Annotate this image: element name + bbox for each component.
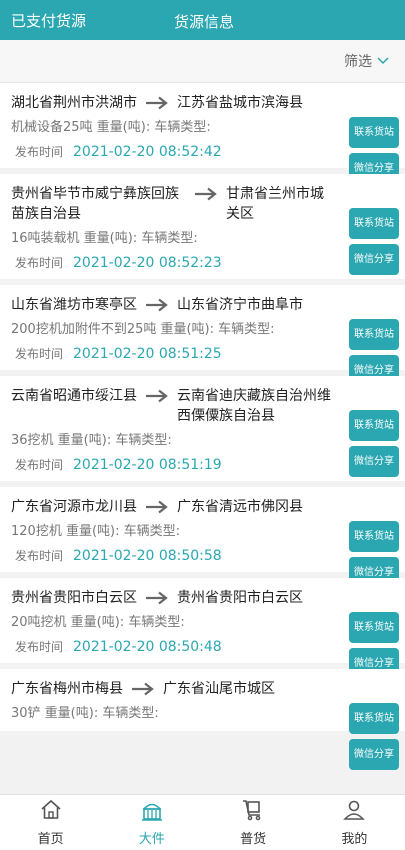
cargo-info: 36挖机 重量(吨): 车辆类型:	[11, 433, 172, 448]
origin-location: 广东省梅州市梅县	[11, 681, 123, 697]
route: 贵州省贵阳市白云区 贵州省贵阳市白云区	[11, 588, 335, 608]
destination-location: 山东省济宁市曲阜市	[177, 297, 303, 313]
destination-location: 甘肃省兰州市城关区	[226, 186, 324, 222]
listing-card[interactable]: 广东省梅州市梅县 广东省汕尾市城区 30铲 重量(吨): 车辆类型: 联系货站微信分享	[0, 669, 405, 770]
origin-location: 广东省河源市龙川县	[11, 499, 137, 515]
tab-parcel-cart[interactable]: 普货	[203, 795, 304, 850]
wechat-share-button[interactable]: 微信分享	[349, 739, 399, 770]
card-actions: 联系货站 微信分享	[349, 410, 399, 482]
paid-sources-link[interactable]: 已支付货源	[11, 10, 86, 31]
cargo-info: 120挖机 重量(吨): 车辆类型:	[11, 524, 180, 539]
publish-time-row: 发布时间 2021-02-20 08:50:48	[11, 638, 335, 655]
arrow-right-icon	[194, 184, 218, 204]
cargo-icon	[140, 798, 164, 826]
publish-time-value: 2021-02-20 08:51:19	[73, 456, 222, 473]
contact-station-button[interactable]: 联系货站	[349, 319, 399, 350]
publish-time-row: 发布时间 2021-02-20 08:52:42	[11, 143, 335, 160]
tab-label: 我的	[341, 832, 368, 847]
publish-time-value: 2021-02-20 08:50:48	[73, 638, 222, 655]
wechat-share-button[interactable]: 微信分享	[349, 244, 399, 275]
parcel-cart-icon	[241, 798, 265, 826]
origin-location: 山东省潍坊市寒亭区	[11, 297, 137, 313]
publish-time-label: 发布时间	[15, 145, 64, 159]
origin-location: 湖北省荆州市洪湖市	[11, 95, 137, 111]
publish-time-label: 发布时间	[15, 347, 64, 361]
publish-time-label: 发布时间	[15, 549, 64, 563]
contact-station-button[interactable]: 联系货站	[349, 117, 399, 148]
publish-time-row: 发布时间 2021-02-20 08:50:58	[11, 547, 335, 564]
route: 云南省昭通市绥江县 云南省迪庆藏族自治州维西傈僳族自治县	[11, 386, 335, 426]
route: 贵州省毕节市威宁彝族回族苗族自治县 甘肃省兰州市城关区	[11, 184, 335, 224]
page-title: 货源信息	[174, 13, 235, 31]
cargo-info: 30铲 重量(吨): 车辆类型:	[11, 706, 159, 721]
listing-card[interactable]: 贵州省毕节市威宁彝族回族苗族自治县 甘肃省兰州市城关区 16吨装载机 重量(吨): …	[0, 174, 405, 279]
filter-button[interactable]: 筛选	[344, 51, 389, 71]
arrow-right-icon	[145, 295, 169, 315]
card-actions: 联系货站 微信分享	[349, 208, 399, 280]
publish-time-label: 发布时间	[15, 256, 64, 270]
publish-time-value: 2021-02-20 08:52:23	[73, 254, 222, 271]
origin-location: 贵州省贵阳市白云区	[11, 590, 137, 606]
cargo-info: 16吨装载机 重量(吨): 车辆类型:	[11, 231, 198, 246]
publish-time-label: 发布时间	[15, 458, 64, 472]
publish-time-row: 发布时间 2021-02-20 08:52:23	[11, 254, 335, 271]
bottom-tab-bar: 首页 大件 普货 我的	[0, 794, 405, 850]
cargo-info: 20吨挖机 重量(吨): 车辆类型:	[11, 615, 185, 630]
arrow-right-icon	[145, 497, 169, 517]
origin-location: 贵州省毕节市威宁彝族回族苗族自治县	[11, 186, 179, 222]
arrow-right-icon	[145, 588, 169, 608]
route: 广东省河源市龙川县 广东省清远市佛冈县	[11, 497, 335, 517]
profile-icon	[342, 798, 366, 826]
tab-label: 大件	[138, 832, 165, 847]
tab-label: 普货	[240, 832, 267, 847]
publish-time-value: 2021-02-20 08:51:25	[73, 345, 222, 362]
destination-location: 云南省迪庆藏族自治州维西傈僳族自治县	[177, 388, 331, 424]
contact-station-button[interactable]: 联系货站	[349, 521, 399, 552]
cargo-info: 机械设备25吨 重量(吨): 车辆类型:	[11, 120, 211, 135]
origin-location: 云南省昭通市绥江县	[11, 388, 137, 404]
destination-location: 贵州省贵阳市白云区	[177, 590, 303, 606]
cargo-info: 200挖机加附件不到25吨 重量(吨): 车辆类型:	[11, 322, 275, 337]
contact-station-button[interactable]: 联系货站	[349, 208, 399, 239]
contact-station-button[interactable]: 联系货站	[349, 703, 399, 734]
chevron-down-icon	[377, 57, 389, 65]
publish-time-row: 发布时间 2021-02-20 08:51:25	[11, 345, 335, 362]
app-header: 已支付货源 货源信息	[0, 0, 405, 40]
publish-time-row: 发布时间 2021-02-20 08:51:19	[11, 456, 335, 473]
publish-time-value: 2021-02-20 08:52:42	[73, 143, 222, 160]
listing-card[interactable]: 贵州省贵阳市白云区 贵州省贵阳市白云区 20吨挖机 重量(吨): 车辆类型: 发布时间…	[0, 578, 405, 679]
listing-card[interactable]: 云南省昭通市绥江县 云南省迪庆藏族自治州维西傈僳族自治县 36挖机 重量(吨): 车…	[0, 376, 405, 481]
listing-card[interactable]: 山东省潍坊市寒亭区 山东省济宁市曲阜市 200挖机加附件不到25吨 重量(吨): 车…	[0, 285, 405, 386]
filter-bar: 筛选	[0, 40, 405, 83]
route: 山东省潍坊市寒亭区 山东省济宁市曲阜市	[11, 295, 335, 315]
tab-label: 首页	[37, 832, 64, 847]
wechat-share-button[interactable]: 微信分享	[349, 446, 399, 477]
destination-location: 江苏省盐城市滨海县	[177, 95, 303, 111]
home-icon	[39, 798, 63, 826]
contact-station-button[interactable]: 联系货站	[349, 410, 399, 441]
destination-location: 广东省清远市佛冈县	[177, 499, 303, 515]
publish-time-value: 2021-02-20 08:50:58	[73, 547, 222, 564]
app-screen: 已支付货源 货源信息 筛选 湖北省荆州市洪湖市 江苏省盐城市滨海县机械设备25吨 …	[0, 0, 405, 850]
arrow-right-icon	[131, 679, 155, 699]
destination-location: 广东省汕尾市城区	[163, 681, 275, 697]
tab-home[interactable]: 首页	[0, 795, 101, 850]
route: 广东省梅州市梅县 广东省汕尾市城区	[11, 679, 335, 699]
filter-label: 筛选	[344, 54, 372, 70]
publish-time-label: 发布时间	[15, 640, 64, 654]
card-actions: 联系货站 微信分享	[349, 703, 399, 775]
arrow-right-icon	[145, 386, 169, 406]
listing-card[interactable]: 湖北省荆州市洪湖市 江苏省盐城市滨海县机械设备25吨 重量(吨): 车辆类型: 发布…	[0, 83, 405, 184]
contact-station-button[interactable]: 联系货站	[349, 612, 399, 643]
tab-cargo[interactable]: 大件	[101, 795, 202, 850]
listing-list[interactable]: 湖北省荆州市洪湖市 江苏省盐城市滨海县机械设备25吨 重量(吨): 车辆类型: 发布…	[0, 83, 405, 794]
tab-profile[interactable]: 我的	[304, 795, 405, 850]
route: 湖北省荆州市洪湖市 江苏省盐城市滨海县	[11, 93, 335, 113]
arrow-right-icon	[145, 93, 169, 113]
listing-card[interactable]: 广东省河源市龙川县 广东省清远市佛冈县 120挖机 重量(吨): 车辆类型: 发布时间…	[0, 487, 405, 588]
